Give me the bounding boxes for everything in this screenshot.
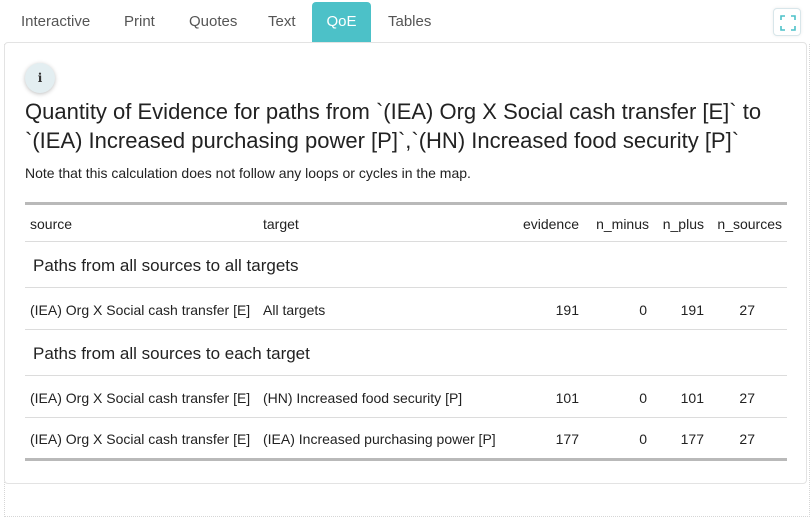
cell-n-minus: 0 [639, 302, 647, 318]
tab-interactive[interactable]: Interactive [6, 2, 105, 42]
cell-n-minus: 0 [639, 390, 647, 406]
info-icon[interactable]: i [25, 63, 55, 93]
tab-bar: Interactive Print Quotes Text QoE Tables [0, 0, 811, 44]
cell-n-sources: 27 [739, 302, 755, 318]
header-rule [25, 241, 787, 242]
row-rule [25, 329, 787, 330]
tab-print[interactable]: Print [109, 2, 170, 42]
note-text: Note that this calculation does not foll… [25, 165, 471, 181]
tab-text[interactable]: Text [253, 2, 311, 42]
tab-qoe[interactable]: QoE [312, 2, 371, 42]
cell-n-plus: 177 [680, 431, 704, 447]
column-header-n-plus: n_plus [662, 216, 704, 232]
table-bottom-rule [25, 458, 787, 461]
row-rule [25, 417, 787, 418]
column-header-n-sources: n_sources [717, 216, 782, 232]
cell-source: (IEA) Org X Social cash transfer [E] [30, 302, 251, 318]
cell-target: All targets [263, 302, 326, 318]
page-title: Quantity of Evidence for paths from `(IE… [25, 99, 762, 153]
cell-target: (IEA) Increased purchasing power [P] [263, 431, 496, 447]
column-header-evidence: evidence [522, 216, 579, 232]
cell-target: (HN) Increased food security [P] [263, 390, 463, 406]
group-rule [25, 287, 787, 288]
column-header-source: source [30, 216, 73, 232]
group-label: Paths from all sources to all targets [33, 256, 299, 275]
column-header-target: target [263, 216, 299, 232]
cell-source: (IEA) Org X Social cash transfer [E] [30, 431, 251, 447]
group-label: Paths from all sources to each target [33, 344, 310, 363]
cell-n-plus: 101 [680, 390, 704, 406]
expand-button[interactable] [773, 8, 801, 36]
cell-evidence: 177 [555, 431, 579, 447]
cell-evidence: 191 [555, 302, 579, 318]
tab-tables[interactable]: Tables [373, 2, 446, 42]
column-header-n-minus: n_minus [596, 216, 649, 232]
expand-icon [780, 15, 796, 31]
cell-n-sources: 27 [739, 390, 755, 406]
cell-n-plus: 191 [680, 302, 704, 318]
cell-n-sources: 27 [739, 431, 755, 447]
cell-evidence: 101 [555, 390, 579, 406]
cell-source: (IEA) Org X Social cash transfer [E] [30, 390, 251, 406]
cell-n-minus: 0 [639, 431, 647, 447]
group-rule [25, 375, 787, 376]
tab-quotes[interactable]: Quotes [174, 2, 252, 42]
table-top-rule [25, 202, 787, 205]
